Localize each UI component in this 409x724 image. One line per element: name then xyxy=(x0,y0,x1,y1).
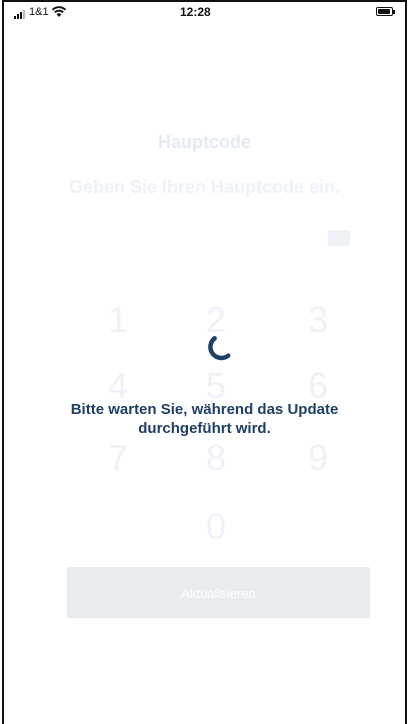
keypad-key-1[interactable]: 1 xyxy=(88,298,148,342)
phone-screen: 1&1 12:28 Hauptcode Geben Sie Ihren Haup… xyxy=(2,0,407,724)
keypad-key-3[interactable]: 3 xyxy=(288,298,348,342)
update-wait-message: Bitte warten Sie, während das Update dur… xyxy=(70,401,339,437)
wifi-icon xyxy=(51,6,67,17)
keypad-key-7[interactable]: 7 xyxy=(88,436,148,480)
battery-icon xyxy=(376,7,395,16)
update-button[interactable]: Aktualisieren xyxy=(67,567,370,618)
status-bar: 1&1 12:28 xyxy=(4,0,405,26)
carrier-name: 1&1 xyxy=(29,6,49,18)
signal-strength-icon xyxy=(14,10,25,19)
page-subtitle: Geben Sie Ihren Hauptcode ein. xyxy=(68,177,341,197)
loading-spinner-icon xyxy=(208,336,231,361)
eye-icon[interactable] xyxy=(328,230,350,246)
page-title: Hauptcode xyxy=(157,132,251,152)
keypad-key-9[interactable]: 9 xyxy=(288,436,348,480)
status-time: 12:28 xyxy=(180,5,211,19)
keypad-key-0[interactable]: 0 xyxy=(186,505,246,549)
keypad-key-8[interactable]: 8 xyxy=(186,436,246,480)
